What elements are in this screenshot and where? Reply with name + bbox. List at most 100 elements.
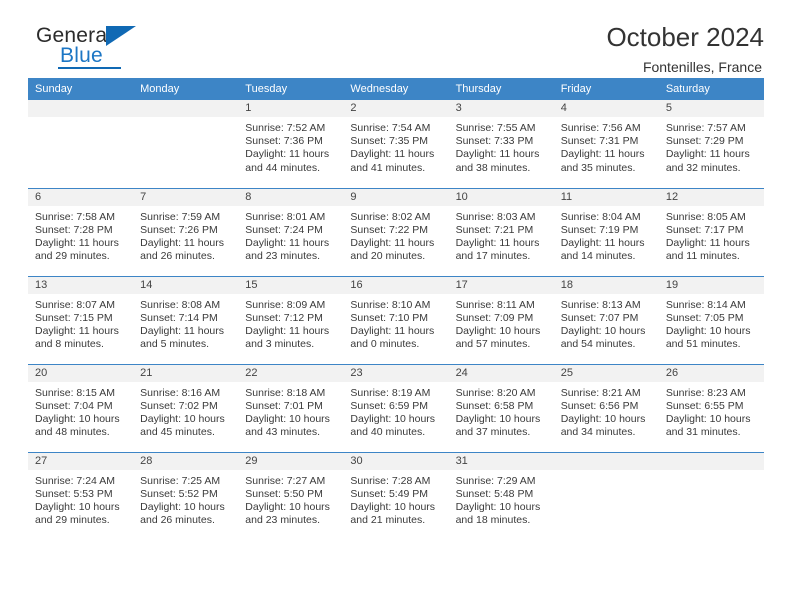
day-details: Sunrise: 7:54 AM Sunset: 7:35 PM Daylight:… xyxy=(343,117,448,175)
calendar-day-cell[interactable]: 11 Sunrise: 8:04 AM Sunset: 7:19 PM Dayligh… xyxy=(553,187,659,276)
sunrise-sunset-calendar: Sunday Monday Tuesday Wednesday Thursday… xyxy=(28,78,764,540)
calendar-day-cell[interactable]: 10 Sunrise: 8:03 AM Sunset: 7:21 PM Dayligh… xyxy=(448,187,554,276)
day-details: Sunrise: 8:13 AM Sunset: 7:07 PM Daylight:… xyxy=(554,294,659,352)
day-details: Sunrise: 8:19 AM Sunset: 6:59 PM Daylight:… xyxy=(343,382,448,440)
sunrise-text: Sunrise: 7:58 AM xyxy=(35,210,115,223)
day-details: Sunrise: 7:25 AM Sunset: 5:52 PM Daylight:… xyxy=(133,470,238,528)
calendar-day-cell[interactable]: 1 Sunrise: 7:52 AM Sunset: 7:36 PM Daylight… xyxy=(238,100,344,188)
daylight-text: Daylight: 11 hours and 38 minutes. xyxy=(455,148,540,174)
calendar-day-cell[interactable]: 25 Sunrise: 8:21 AM Sunset: 6:56 PM Dayligh… xyxy=(553,363,659,452)
daylight-text: Daylight: 10 hours and 43 minutes. xyxy=(245,412,330,439)
sunset-text: Sunset: 6:58 PM xyxy=(455,399,534,412)
calendar-day-cell[interactable]: 14 Sunrise: 8:08 AM Sunset: 7:14 PM Dayligh… xyxy=(133,275,239,364)
logo-text-blue: Blue xyxy=(60,44,103,67)
calendar-day-cell[interactable]: 12 Sunrise: 8:05 AM Sunset: 7:17 PM Dayligh… xyxy=(658,187,764,276)
weekday-header-tuesday: Tuesday xyxy=(238,78,344,100)
calendar-day-cell[interactable]: 8 Sunrise: 8:01 AM Sunset: 7:24 PM Daylight… xyxy=(238,187,344,276)
calendar-day-cell[interactable]: 17 Sunrise: 8:11 AM Sunset: 7:09 PM Dayligh… xyxy=(448,275,554,364)
calendar-day-cell[interactable]: 27 Sunrise: 7:24 AM Sunset: 5:53 PM Dayligh… xyxy=(28,451,134,540)
calendar-week-row: 6 Sunrise: 7:58 AM Sunset: 7:28 PM Daylight… xyxy=(28,187,764,276)
daylight-text: Daylight: 10 hours and 51 minutes. xyxy=(665,324,751,351)
calendar-header-row: Sunday Monday Tuesday Wednesday Thursday… xyxy=(28,78,764,100)
day-number: 9 xyxy=(343,188,449,206)
day-details: Sunrise: 8:04 AM Sunset: 7:19 PM Daylight:… xyxy=(554,206,659,264)
day-number: 31 xyxy=(448,452,554,470)
calendar-day-cell[interactable]: 23 Sunrise: 8:19 AM Sunset: 6:59 PM Dayligh… xyxy=(343,363,449,452)
day-number: 19 xyxy=(658,276,764,294)
sunrise-text: Sunrise: 7:29 AM xyxy=(455,474,536,487)
sunrise-text: Sunrise: 8:07 AM xyxy=(35,298,115,311)
daylight-text: Daylight: 11 hours and 26 minutes. xyxy=(140,236,224,263)
day-details: Sunrise: 7:58 AM Sunset: 7:28 PM Daylight:… xyxy=(28,206,133,264)
calendar-day-cell[interactable]: 28 Sunrise: 7:25 AM Sunset: 5:52 PM Dayligh… xyxy=(133,451,239,540)
daylight-text: Daylight: 11 hours and 5 minutes. xyxy=(140,324,224,351)
sunset-text: Sunset: 7:15 PM xyxy=(35,311,113,324)
daylight-text: Daylight: 10 hours and 45 minutes. xyxy=(140,412,225,439)
calendar-day-cell[interactable]: 31 Sunrise: 7:29 AM Sunset: 5:48 PM Dayligh… xyxy=(448,451,554,540)
calendar-day-cell[interactable]: 3 Sunrise: 7:55 AM Sunset: 7:33 PM Daylight… xyxy=(448,100,554,188)
page-header: General Blue October 2024 Fontenilles, F… xyxy=(28,0,764,75)
daylight-text: Daylight: 10 hours and 21 minutes. xyxy=(350,500,436,527)
day-details: Sunrise: 8:07 AM Sunset: 7:15 PM Daylight:… xyxy=(28,294,133,352)
sunrise-text: Sunrise: 8:05 AM xyxy=(665,210,746,223)
day-details: Sunrise: 8:15 AM Sunset: 7:04 PM Daylight:… xyxy=(28,382,133,440)
day-number: 24 xyxy=(448,364,554,382)
day-number: 6 xyxy=(28,188,134,206)
calendar-day-cell[interactable]: 21 Sunrise: 8:16 AM Sunset: 7:02 PM Dayligh… xyxy=(133,363,239,452)
day-number: 30 xyxy=(343,452,449,470)
sunset-text: Sunset: 6:59 PM xyxy=(350,399,429,412)
sunrise-text: Sunrise: 8:11 AM xyxy=(455,298,535,311)
daylight-text: Daylight: 11 hours and 35 minutes. xyxy=(560,148,645,174)
calendar-day-cell[interactable]: 24 Sunrise: 8:20 AM Sunset: 6:58 PM Dayligh… xyxy=(448,363,554,452)
calendar-day-cell[interactable]: 15 Sunrise: 8:09 AM Sunset: 7:12 PM Dayligh… xyxy=(238,275,344,364)
sunset-text: Sunset: 7:35 PM xyxy=(350,135,429,148)
calendar-day-cell[interactable]: 18 Sunrise: 8:13 AM Sunset: 7:07 PM Dayligh… xyxy=(553,275,659,364)
day-number: 13 xyxy=(28,276,134,294)
daylight-text: Daylight: 10 hours and 18 minutes. xyxy=(455,500,541,527)
day-number: 26 xyxy=(658,364,764,382)
calendar-day-cell-empty xyxy=(28,100,134,188)
day-number xyxy=(658,452,764,470)
sunrise-text: Sunrise: 8:03 AM xyxy=(455,210,536,223)
calendar-day-cell[interactable]: 30 Sunrise: 7:28 AM Sunset: 5:49 PM Dayligh… xyxy=(343,451,449,540)
day-number: 29 xyxy=(238,452,344,470)
calendar-day-cell[interactable]: 5 Sunrise: 7:57 AM Sunset: 7:29 PM Daylight… xyxy=(658,100,764,188)
calendar-day-cell[interactable]: 19 Sunrise: 8:14 AM Sunset: 7:05 PM Dayligh… xyxy=(658,275,764,364)
day-details: Sunrise: 8:08 AM Sunset: 7:14 PM Daylight:… xyxy=(133,294,238,352)
calendar-day-cell[interactable]: 26 Sunrise: 8:23 AM Sunset: 6:55 PM Dayligh… xyxy=(658,363,764,452)
sunrise-text: Sunrise: 7:56 AM xyxy=(560,122,641,134)
calendar-day-cell[interactable]: 2 Sunrise: 7:54 AM Sunset: 7:35 PM Daylight… xyxy=(343,100,449,188)
sunrise-text: Sunrise: 8:23 AM xyxy=(665,386,746,399)
calendar-day-cell[interactable]: 20 Sunrise: 8:15 AM Sunset: 7:04 PM Dayligh… xyxy=(28,363,134,452)
daylight-text: Daylight: 11 hours and 32 minutes. xyxy=(665,148,750,174)
daylight-text: Daylight: 11 hours and 17 minutes. xyxy=(455,236,540,263)
day-details: Sunrise: 8:02 AM Sunset: 7:22 PM Daylight:… xyxy=(343,206,448,264)
weekday-header-saturday: Saturday xyxy=(658,78,764,100)
day-number: 21 xyxy=(133,364,239,382)
calendar-day-cell[interactable]: 29 Sunrise: 7:27 AM Sunset: 5:50 PM Dayligh… xyxy=(238,451,344,540)
sunrise-text: Sunrise: 7:54 AM xyxy=(350,122,431,134)
weekday-header-sunday: Sunday xyxy=(28,78,134,100)
title-block: October 2024 Fontenilles, France xyxy=(606,22,764,76)
calendar-day-cell[interactable]: 9 Sunrise: 8:02 AM Sunset: 7:22 PM Daylight… xyxy=(343,187,449,276)
calendar-day-cell[interactable]: 4 Sunrise: 7:56 AM Sunset: 7:31 PM Daylight… xyxy=(553,100,659,188)
calendar-day-cell[interactable]: 7 Sunrise: 7:59 AM Sunset: 7:26 PM Daylight… xyxy=(133,187,239,276)
sunset-text: Sunset: 7:33 PM xyxy=(455,135,534,148)
day-details: Sunrise: 8:21 AM Sunset: 6:56 PM Daylight:… xyxy=(554,382,659,440)
calendar-week-row: 1 Sunrise: 7:52 AM Sunset: 7:36 PM Daylight… xyxy=(28,100,764,188)
calendar-day-cell[interactable]: 6 Sunrise: 7:58 AM Sunset: 7:28 PM Daylight… xyxy=(28,187,134,276)
day-number: 11 xyxy=(553,188,659,206)
sunset-text: Sunset: 7:04 PM xyxy=(35,399,113,412)
calendar-day-cell[interactable]: 22 Sunrise: 8:18 AM Sunset: 7:01 PM Dayligh… xyxy=(238,363,344,452)
weekday-header-wednesday: Wednesday xyxy=(343,78,449,100)
sunset-text: Sunset: 7:12 PM xyxy=(245,311,323,324)
calendar-day-cell[interactable]: 13 Sunrise: 8:07 AM Sunset: 7:15 PM Dayligh… xyxy=(28,275,134,364)
sunrise-text: Sunrise: 8:08 AM xyxy=(140,298,221,311)
sunset-text: Sunset: 6:55 PM xyxy=(665,399,744,412)
day-number: 15 xyxy=(238,276,344,294)
day-details: Sunrise: 8:18 AM Sunset: 7:01 PM Daylight:… xyxy=(238,382,343,440)
daylight-text: Daylight: 11 hours and 23 minutes. xyxy=(245,236,330,263)
sunrise-text: Sunrise: 8:02 AM xyxy=(350,210,431,223)
calendar-day-cell[interactable]: 16 Sunrise: 8:10 AM Sunset: 7:10 PM Dayligh… xyxy=(343,275,449,364)
general-blue-logo[interactable]: General Blue xyxy=(28,22,148,74)
